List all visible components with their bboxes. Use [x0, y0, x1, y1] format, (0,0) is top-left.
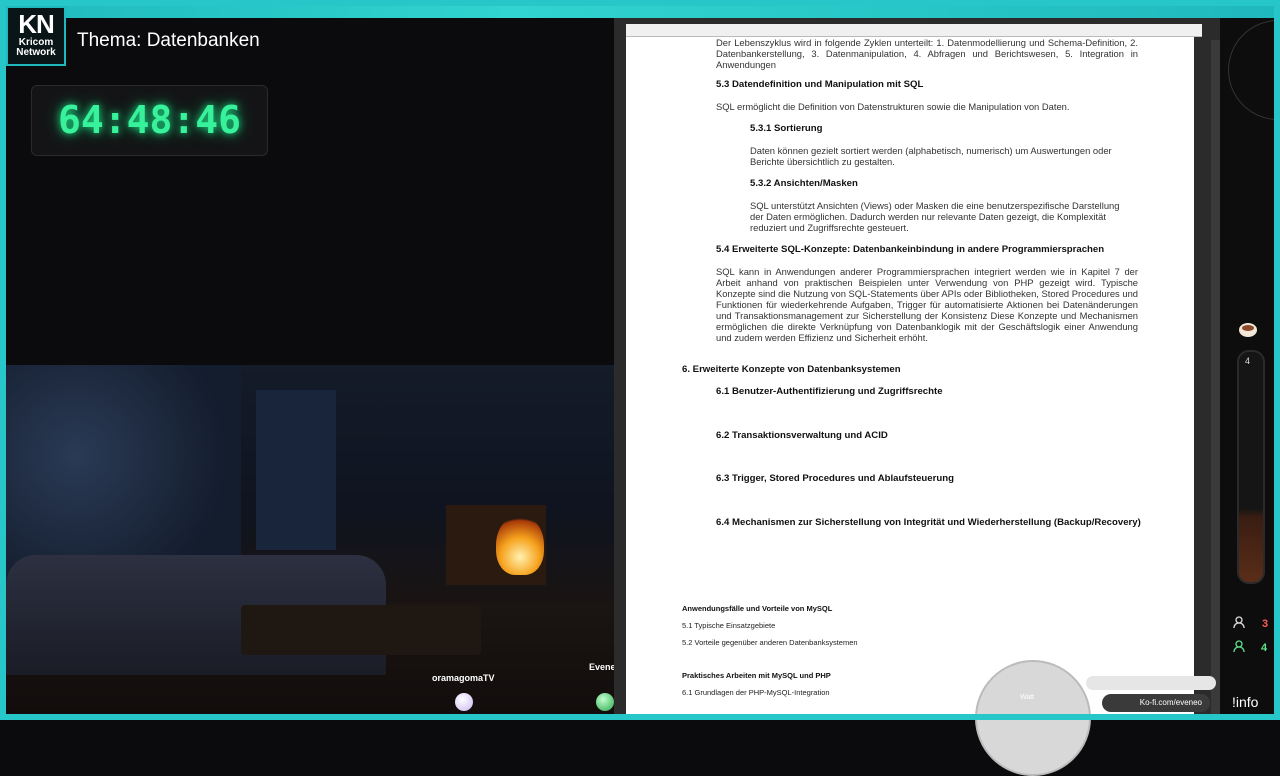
- fire-flame: [496, 515, 544, 575]
- count-b: 4: [1261, 642, 1268, 654]
- countdown-timer: 64:48:46: [57, 98, 242, 142]
- logo-sub-2: Network: [16, 47, 56, 58]
- heading-5-4: 5.4 Erweiterte SQL-Konzepte: Datenbankei…: [716, 244, 1105, 255]
- top-border-strip: [0, 0, 1280, 18]
- coffee-table: [241, 605, 481, 655]
- heading-6-1: 6.1 Benutzer-Authentifizierung und Zugri…: [716, 386, 943, 397]
- heading-6-3: 6.3 Trigger, Stored Procedures und Ablau…: [716, 473, 954, 484]
- viewer-name-1: oramagomaTV: [432, 673, 495, 683]
- outline-item-1: Anwendungsfälle und Vorteile von MySQL: [682, 604, 833, 613]
- intro-paragraph: Der Lebenszyklus wird in folgende Zyklen…: [716, 37, 1138, 70]
- outline-item-4: Praktisches Arbeiten mit MySQL und PHP: [682, 671, 831, 680]
- cabin-fireplace-scene: [6, 365, 614, 714]
- viewer-avatar-orb-2: [596, 693, 614, 711]
- paragraph-5-4: SQL kann in Anwendungen anderer Programm…: [716, 266, 1138, 343]
- progress-tube: [1237, 350, 1265, 584]
- outline-item-2: 5.1 Typische Einsatzgebiete: [682, 621, 776, 630]
- logo-text: KN: [18, 9, 55, 39]
- document-scrollbar[interactable]: [1211, 40, 1220, 720]
- user-icon-2: [1233, 640, 1245, 655]
- countdown-timer-panel: 64:48:46: [31, 85, 268, 156]
- paragraph-5-3: SQL ermöglicht die Definition von Datens…: [716, 101, 1070, 112]
- outline-item-3: 5.2 Vorteile gegenüber anderen Datenbank…: [682, 638, 858, 647]
- user-icon-1: [1233, 616, 1245, 631]
- channel-logo: KN Kricom Network: [6, 6, 66, 66]
- snowy-window-2: [256, 390, 336, 550]
- heart-pill-widget: [1086, 676, 1216, 690]
- heading-6: 6. Erweiterte Konzepte von Datenbanksyst…: [682, 364, 901, 375]
- stream-topic-title: Thema: Datenbanken: [77, 30, 260, 51]
- outline-item-5: 6.1 Grundlagen der PHP-MySQL-Integration: [682, 688, 830, 697]
- count-a: 3: [1262, 618, 1269, 630]
- kofi-link[interactable]: Ko-fi.com/eveneo: [1102, 694, 1210, 712]
- heading-6-4: 6.4 Mechanismen zur Sicherstellung von I…: [716, 517, 1141, 528]
- watt-gauge: [975, 660, 1091, 776]
- tube-value: 4: [1245, 356, 1251, 366]
- info-command[interactable]: !info: [1232, 694, 1258, 710]
- coffee-cup-icon: [1237, 320, 1259, 340]
- heading-5-3-1: 5.3.1 Sortierung: [750, 123, 823, 134]
- heading-5-3: 5.3 Datendefinition und Manipulation mit…: [716, 79, 924, 90]
- viewer-avatar-orb-1: [455, 693, 473, 711]
- paragraph-5-3-2: SQL unterstützt Ansichten (Views) oder M…: [750, 200, 1120, 233]
- document-page[interactable]: Der Lebenszyklus wird in folgende Zyklen…: [626, 37, 1194, 720]
- heading-6-2: 6.2 Transaktionsverwaltung und ACID: [716, 430, 888, 441]
- document-ruler[interactable]: [626, 24, 1202, 37]
- gauge-label: Watt: [1020, 694, 1035, 701]
- heading-5-3-2: 5.3.2 Ansichten/Masken: [750, 178, 858, 189]
- paragraph-5-3-1: Daten können gezielt sortiert werden (al…: [750, 145, 1112, 167]
